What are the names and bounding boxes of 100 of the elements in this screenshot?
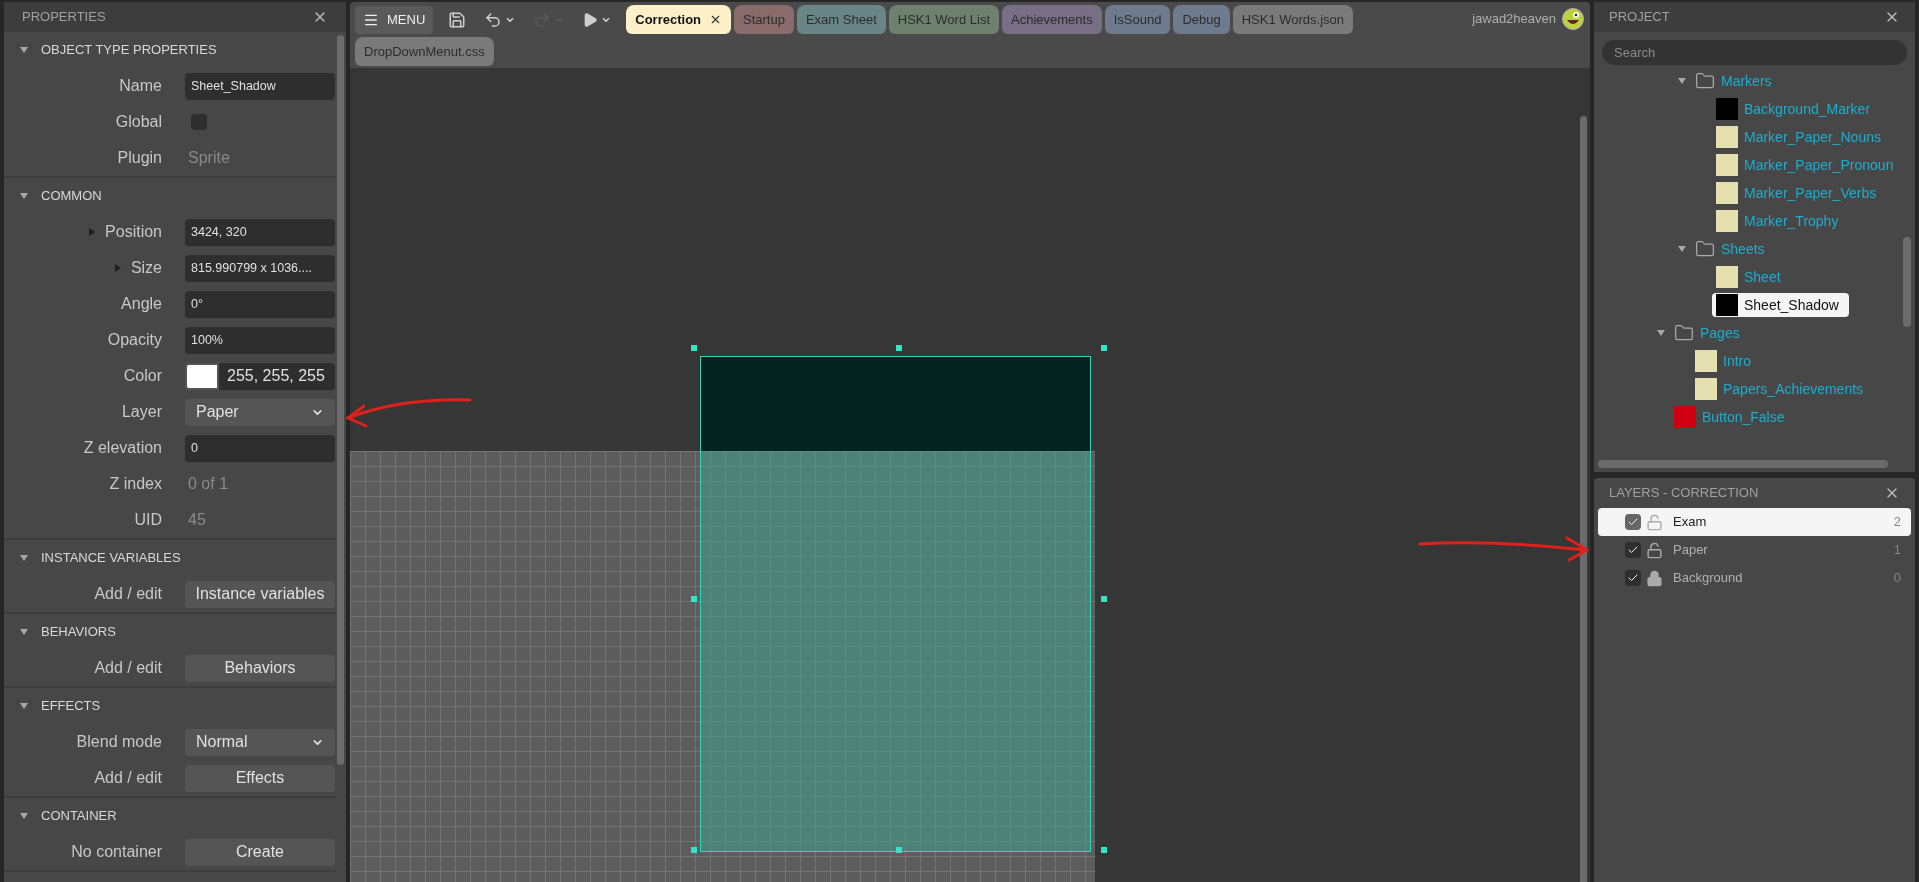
document-tab[interactable]: Achievements	[1002, 5, 1102, 34]
property-field[interactable]: 815.990799 x 1036....	[185, 254, 335, 282]
folder-icon	[1695, 71, 1715, 91]
property-field[interactable]: 3424, 320	[185, 218, 335, 246]
checkbox[interactable]	[191, 114, 207, 130]
undo-icon[interactable]	[484, 10, 503, 29]
visibility-checkbox[interactable]	[1625, 514, 1641, 530]
resize-handle[interactable]	[691, 345, 697, 352]
section-header[interactable]: INSTANCE VARIABLES	[41, 548, 181, 568]
section-header[interactable]: COMMON	[41, 186, 102, 206]
selected-sprite[interactable]	[700, 356, 1091, 852]
scrollbar-thumb[interactable]	[1598, 460, 1888, 468]
document-tab[interactable]: HSK1 Word List	[888, 5, 999, 34]
section-header[interactable]: BEHAVIORS	[41, 622, 116, 642]
section-header[interactable]: CONTAINER	[41, 806, 117, 826]
check-icon	[1627, 544, 1639, 556]
layer-row[interactable]: Background 0	[1598, 564, 1911, 592]
resize-handle[interactable]	[691, 596, 697, 602]
layer-index: 1	[1893, 541, 1901, 560]
dropdown-select[interactable]: Paper	[185, 398, 335, 426]
tree-folder[interactable]: Markers	[1721, 70, 1772, 92]
tree-item[interactable]: Intro	[1691, 349, 1761, 373]
resize-handle[interactable]	[896, 846, 902, 853]
color-swatch[interactable]	[185, 362, 219, 390]
layer-name: Exam	[1673, 513, 1707, 532]
resize-handle[interactable]	[1101, 596, 1107, 602]
color-value-field[interactable]: 255, 255, 255	[219, 362, 335, 390]
play-icon[interactable]	[582, 11, 599, 28]
property-field[interactable]: 0	[185, 434, 335, 462]
lock-icon[interactable]	[1646, 569, 1663, 587]
expand-triangle-icon[interactable]	[1677, 76, 1687, 86]
resize-handle[interactable]	[896, 345, 902, 352]
expand-triangle-icon[interactable]	[1656, 328, 1666, 338]
tree-item[interactable]: Marker_Trophy	[1712, 209, 1849, 233]
layout-canvas[interactable]	[350, 68, 1590, 882]
expand-triangle-icon[interactable]	[1677, 244, 1687, 254]
resize-handle[interactable]	[1101, 846, 1107, 853]
property-label: Z elevation	[83, 438, 162, 458]
tree-item[interactable]: Button_False	[1670, 405, 1795, 429]
unlocked-icon[interactable]	[1646, 513, 1663, 531]
property-label: Add / edit	[94, 584, 162, 604]
tree-folder[interactable]: Pages	[1700, 322, 1740, 344]
document-tab[interactable]: IsSound	[1104, 5, 1171, 34]
property-label: Plugin	[117, 148, 162, 168]
folder-icon	[1695, 239, 1715, 259]
scrollbar-thumb[interactable]	[1580, 116, 1587, 882]
save-icon[interactable]	[448, 10, 467, 29]
collapse-triangle-icon[interactable]	[19, 701, 29, 711]
scrollbar-thumb[interactable]	[1903, 237, 1911, 327]
property-button[interactable]: Effects	[185, 764, 335, 792]
collapse-triangle-icon[interactable]	[19, 553, 29, 563]
property-field[interactable]: Sheet_Shadow	[185, 72, 335, 100]
property-label: Global	[115, 112, 162, 132]
layer-index: 0	[1893, 569, 1901, 588]
property-label: Blend mode	[76, 732, 162, 752]
resize-handle[interactable]	[1101, 345, 1107, 352]
document-tab[interactable]: Debug	[1173, 5, 1230, 34]
visibility-checkbox[interactable]	[1625, 570, 1641, 586]
property-label: Add / edit	[94, 658, 162, 678]
menu-button[interactable]: MENU	[355, 5, 434, 34]
layer-row[interactable]: Paper 1	[1598, 536, 1911, 564]
section-header[interactable]: EFFECTS	[41, 696, 101, 716]
property-field[interactable]: 0°	[185, 290, 335, 318]
property-field[interactable]: 100%	[185, 326, 335, 354]
tree-item[interactable]: Marker_Paper_Verbs	[1712, 181, 1887, 205]
collapse-triangle-icon[interactable]	[19, 811, 29, 821]
tree-item[interactable]: Papers_Achievements	[1691, 377, 1874, 401]
property-label: Name	[119, 76, 162, 96]
document-tab[interactable]: DropDownMenut.css	[355, 37, 494, 66]
property-button[interactable]: Instance variables	[185, 580, 335, 608]
visibility-checkbox[interactable]	[1625, 542, 1641, 558]
property-label: Position	[87, 220, 162, 244]
property-button[interactable]: Behaviors	[185, 654, 335, 682]
document-tab[interactable]: Startup	[734, 5, 794, 34]
document-tab[interactable]: HSK1 Words.json	[1232, 5, 1354, 34]
tree-item[interactable]: Sheet_Shadow	[1712, 293, 1849, 317]
scrollbar-thumb[interactable]	[337, 35, 344, 765]
tree-item[interactable]: Background_Marker	[1712, 97, 1881, 121]
close-tab-icon[interactable]	[709, 13, 722, 26]
folder-icon	[1674, 323, 1694, 343]
property-label: Layer	[121, 402, 162, 422]
layer-row[interactable]: Exam 2	[1598, 508, 1911, 536]
monster-avatar-icon[interactable]	[1562, 8, 1584, 30]
layer-index: 2	[1893, 513, 1901, 532]
unlocked-icon[interactable]	[1646, 541, 1663, 559]
user-name[interactable]: jawad2heaven	[1472, 9, 1556, 29]
document-tab[interactable]: Exam Sheet	[796, 5, 886, 34]
tree-item[interactable]: Marker_Paper_Pronoun	[1712, 153, 1904, 177]
collapse-triangle-icon[interactable]	[19, 45, 29, 55]
tree-item[interactable]: Marker_Paper_Nouns	[1712, 125, 1891, 149]
dropdown-select[interactable]: Normal	[185, 728, 335, 756]
tree-item[interactable]: Sheet	[1712, 265, 1791, 289]
search-field[interactable]: Search	[1602, 40, 1907, 65]
tree-folder[interactable]: Sheets	[1721, 238, 1765, 260]
resize-handle[interactable]	[691, 846, 697, 853]
section-header[interactable]: OBJECT TYPE PROPERTIES	[41, 40, 217, 60]
property-button[interactable]: Create	[185, 838, 335, 866]
document-tab[interactable]: Correction	[626, 5, 731, 34]
collapse-triangle-icon[interactable]	[19, 627, 29, 637]
collapse-triangle-icon[interactable]	[19, 191, 29, 201]
